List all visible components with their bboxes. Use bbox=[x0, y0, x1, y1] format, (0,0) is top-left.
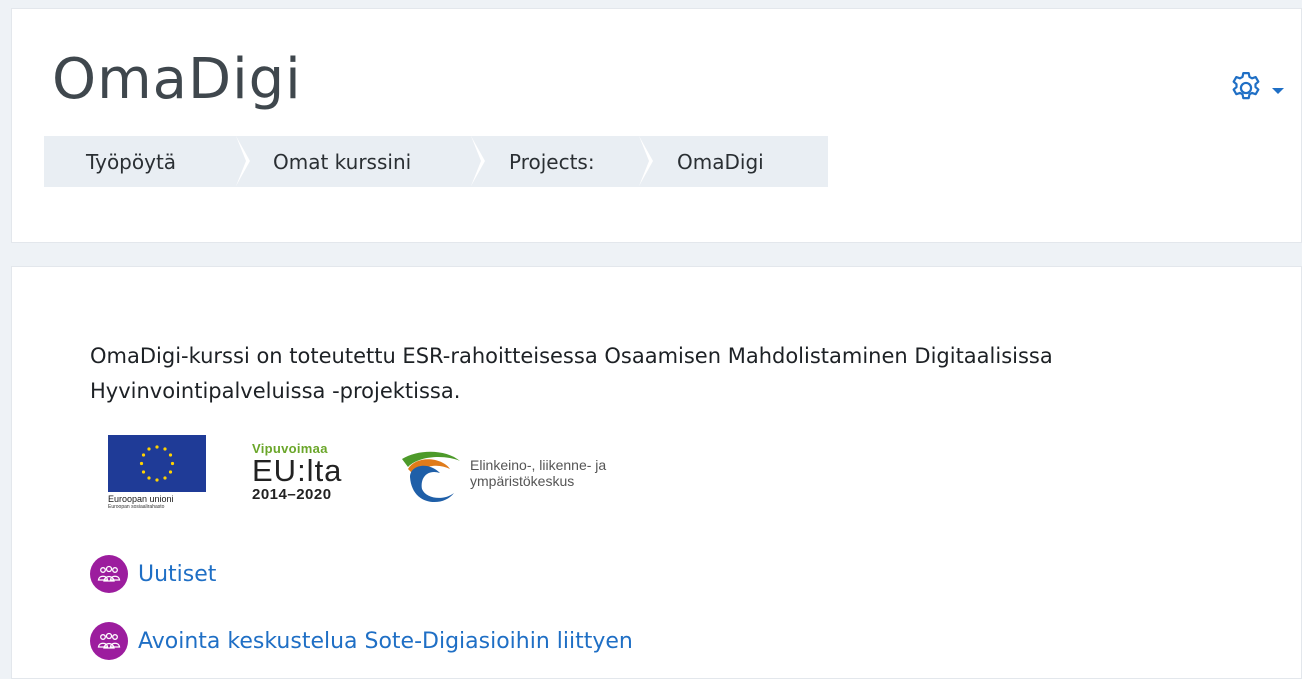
gear-icon bbox=[1227, 69, 1265, 111]
activity-link[interactable]: Avointa keskustelua Sote-Digiasioihin li… bbox=[138, 629, 633, 654]
eu-logo: Euroopan unioni Euroopan sosiaalirahasto bbox=[108, 435, 208, 519]
course-description: OmaDigi-kurssi on toteutettu ESR-rahoitt… bbox=[90, 344, 1053, 403]
funding-logos: Euroopan unioni Euroopan sosiaalirahasto… bbox=[108, 435, 668, 519]
ely-logo-line1: Elinkeino-, liikenne- ja bbox=[470, 457, 607, 473]
vipuvoimaa-logo: Vipuvoimaa EU:lta 2014–2020 bbox=[252, 441, 372, 517]
caret-down-icon bbox=[1271, 81, 1285, 100]
forum-icon bbox=[90, 622, 128, 660]
forum-icon bbox=[90, 555, 128, 593]
breadcrumb-label: Työpöytä bbox=[86, 149, 177, 174]
ely-logo-text: Elinkeino-, liikenne- ja ympäristökeskus bbox=[470, 457, 606, 489]
ely-emblem-icon bbox=[398, 451, 464, 511]
activity-link[interactable]: Uutiset bbox=[138, 562, 216, 587]
breadcrumb-item-current-course[interactable]: OmaDigi bbox=[639, 136, 828, 187]
ely-logo-line2: ympäristökeskus bbox=[470, 473, 575, 489]
eu-logo-text: Euroopan unioni bbox=[108, 494, 174, 504]
breadcrumb-label: Omat kurssini bbox=[273, 149, 412, 174]
vipuvoimaa-mid-text: EU:lta bbox=[252, 453, 343, 488]
breadcrumb-item-dashboard[interactable]: Työpöytä bbox=[44, 136, 250, 187]
breadcrumb-item-projects[interactable]: Projects: bbox=[471, 136, 653, 187]
ely-logo: Elinkeino-, liikenne- ja ympäristökeskus bbox=[398, 447, 668, 507]
breadcrumb-label: OmaDigi bbox=[677, 149, 764, 174]
breadcrumb-label: Projects: bbox=[509, 149, 595, 174]
vipuvoimaa-years-text: 2014–2020 bbox=[252, 486, 332, 503]
eu-logo-subtext: Euroopan sosiaalirahasto bbox=[108, 504, 165, 510]
page-header: OmaDigi Työpöytä Omat kurssini Projects: bbox=[11, 8, 1302, 243]
breadcrumb: Työpöytä Omat kurssini Projects: OmaDigi bbox=[44, 136, 828, 187]
breadcrumb-item-my-courses[interactable]: Omat kurssini bbox=[236, 136, 485, 187]
activity-forum-news[interactable]: Uutiset bbox=[90, 555, 216, 593]
settings-menu-button[interactable] bbox=[1227, 69, 1285, 111]
eu-flag-icon bbox=[108, 435, 206, 492]
page-title: OmaDigi bbox=[52, 47, 302, 112]
activity-forum-discussion[interactable]: Avointa keskustelua Sote-Digiasioihin li… bbox=[90, 622, 633, 660]
course-content: OmaDigi-kurssi on toteutettu ESR-rahoitt… bbox=[11, 266, 1302, 679]
